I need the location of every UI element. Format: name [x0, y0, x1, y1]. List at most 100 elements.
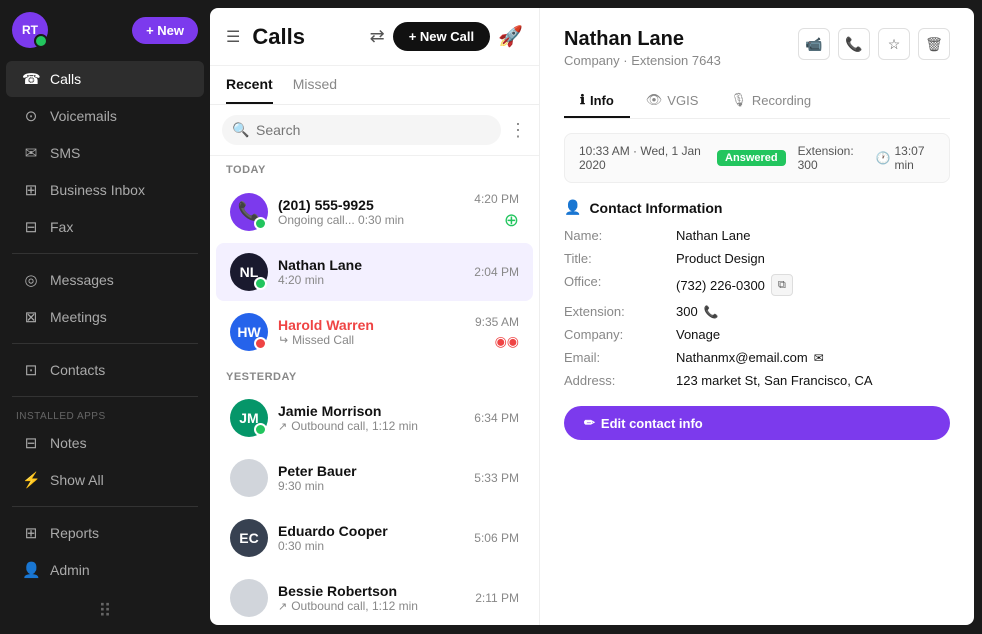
list-item[interactable]: JM Jamie Morrison ↗ Outbound call, 1:12 …: [216, 389, 533, 447]
clock-icon: 🕐: [876, 151, 891, 165]
call-sub: ↗ Outbound call, 1:12 min: [278, 419, 464, 433]
sidebar-item-show-all-label: Show All: [50, 472, 104, 488]
call-time: 9:35 AM: [475, 315, 519, 329]
star-button[interactable]: ☆: [878, 28, 910, 60]
sidebar-top: RT + New: [0, 12, 210, 60]
sidebar-item-sms[interactable]: ✉ SMS: [6, 135, 204, 171]
tab-recording[interactable]: 🎙 Recording: [714, 84, 827, 118]
tab-info[interactable]: ℹ Info: [564, 84, 630, 118]
list-item[interactable]: Bessie Robertson ↗ Outbound call, 1:12 m…: [216, 569, 533, 625]
contact-name: Nathan Lane: [564, 28, 721, 51]
menu-icon[interactable]: ☰: [226, 27, 240, 47]
call-button[interactable]: 📞: [838, 28, 870, 60]
dots-grid-icon[interactable]: ⠿: [98, 601, 111, 622]
call-time: 4:20 PM: [474, 192, 519, 206]
call-time: 2:04 PM: [474, 265, 519, 279]
call-name: Peter Bauer: [278, 463, 464, 479]
sidebar-item-voicemails-label: Voicemails: [50, 108, 117, 124]
sidebar-item-notes[interactable]: ⊟ Notes: [6, 425, 204, 461]
call-info: Peter Bauer 9:30 min: [278, 463, 464, 493]
new-call-button[interactable]: + New Call: [393, 22, 490, 51]
avatar: NL: [230, 253, 268, 291]
inbox-icon: ⊞: [22, 181, 40, 199]
call-info: Jamie Morrison ↗ Outbound call, 1:12 min: [278, 403, 464, 433]
recording-icon: 🎙: [730, 92, 747, 108]
sidebar-item-contacts-label: Contacts: [50, 362, 105, 378]
vgis-icon: 👁: [646, 92, 663, 108]
call-sub: Ongoing call... 0:30 min: [278, 213, 464, 227]
sidebar-item-calls[interactable]: ☎ Calls: [6, 61, 204, 97]
search-input[interactable]: [222, 115, 501, 145]
rocket-icon[interactable]: 🚀: [498, 24, 523, 49]
list-item[interactable]: Peter Bauer 9:30 min 5:33 PM: [216, 449, 533, 507]
detail-tabs: ℹ Info 👁 VGIS 🎙 Recording: [564, 84, 950, 119]
field-value-address: 123 market St, San Francisco, CA: [676, 373, 950, 388]
video-button[interactable]: 📹: [798, 28, 830, 60]
list-item[interactable]: NL Nathan Lane 4:20 min 2:04 PM: [216, 243, 533, 301]
contact-sub: Company · Extension 7643: [564, 53, 721, 68]
call-name: Eduardo Cooper: [278, 523, 464, 539]
call-info: Bessie Robertson ↗ Outbound call, 1:12 m…: [278, 583, 465, 613]
sidebar-item-contacts[interactable]: ⊡ Contacts: [6, 352, 204, 388]
search-wrap: 🔍: [222, 115, 501, 145]
sidebar-nav: ☎ Calls ⊙ Voicemails ✉ SMS ⊞ Business In…: [0, 60, 210, 589]
tab-missed[interactable]: Missed: [293, 76, 337, 104]
tab-recent[interactable]: Recent: [226, 76, 273, 104]
admin-icon: 👤: [22, 561, 40, 579]
sidebar-item-calls-label: Calls: [50, 71, 81, 87]
notes-icon: ⊟: [22, 434, 40, 452]
sidebar-item-messages[interactable]: ◎ Messages: [6, 262, 204, 298]
edit-icon: ✏: [584, 415, 595, 431]
list-item[interactable]: EC Eduardo Cooper 0:30 min 5:06 PM: [216, 509, 533, 567]
nav-divider-3: [12, 396, 198, 397]
sidebar-item-admin-label: Admin: [50, 562, 90, 578]
sidebar-item-voicemails[interactable]: ⊙ Voicemails: [6, 98, 204, 134]
sidebar-bottom: ⠿: [0, 589, 210, 634]
meetings-icon: ⊠: [22, 308, 40, 326]
contact-info-icon: 👤: [564, 199, 581, 216]
sidebar-item-show-all[interactable]: ⚡ Show All: [6, 462, 204, 498]
call-meta-time: 10:33 AM · Wed, 1 Jan 2020: [579, 144, 705, 172]
call-info: Harold Warren ↵ Missed Call: [278, 317, 465, 347]
call-info: (201) 555-9925 Ongoing call... 0:30 min: [278, 197, 464, 227]
delete-button[interactable]: 🗑: [918, 28, 950, 60]
call-name: Harold Warren: [278, 317, 465, 333]
tab-vgis[interactable]: 👁 VGIS: [630, 84, 715, 118]
field-label-address: Address:: [564, 373, 664, 388]
call-name: (201) 555-9925: [278, 197, 464, 213]
sidebar-item-meetings[interactable]: ⊠ Meetings: [6, 299, 204, 335]
avatar: [230, 459, 268, 497]
messages-icon: ◎: [22, 271, 40, 289]
call-time: 6:34 PM: [474, 411, 519, 425]
list-item[interactable]: HW Harold Warren ↵ Missed Call 9:35 AM ◉…: [216, 303, 533, 361]
sidebar-item-admin[interactable]: 👤 Admin: [6, 552, 204, 588]
field-value-name: Nathan Lane: [676, 228, 950, 243]
calls-list: TODAY 📞 (201) 555-9925 Ongoing call... 0…: [210, 156, 539, 625]
sidebar-item-business-inbox[interactable]: ⊞ Business Inbox: [6, 172, 204, 208]
sidebar-item-fax-label: Fax: [50, 219, 73, 235]
sidebar-item-sms-label: SMS: [50, 145, 80, 161]
sidebar-item-meetings-label: Meetings: [50, 309, 107, 325]
call-time: 2:11 PM: [475, 591, 519, 605]
transfer-icon[interactable]: ⇄: [370, 26, 385, 47]
field-value-email: Nathanmx@email.com ✉: [676, 350, 950, 365]
info-icon: ℹ: [580, 92, 585, 108]
sidebar-item-reports[interactable]: ⊞ Reports: [6, 515, 204, 551]
sidebar-item-fax[interactable]: ⊟ Fax: [6, 209, 204, 245]
call-sub: 4:20 min: [278, 273, 464, 287]
voicemail-icon: ◉◉: [495, 333, 519, 350]
field-value-office: (732) 226-0300 ⧉: [676, 274, 950, 296]
fax-icon: ⊟: [22, 218, 40, 236]
more-options-icon[interactable]: ⋮: [509, 120, 527, 141]
section-yesterday: YESTERDAY: [210, 363, 539, 387]
section-today: TODAY: [210, 156, 539, 180]
new-button[interactable]: + New: [132, 17, 198, 44]
call-sub: ↵ Missed Call: [278, 333, 465, 347]
field-label-name: Name:: [564, 228, 664, 243]
field-value-title: Product Design: [676, 251, 950, 266]
copy-phone-button[interactable]: ⧉: [771, 274, 793, 296]
edit-contact-button[interactable]: ✏ Edit contact info: [564, 406, 950, 440]
detail-actions: 📹 📞 ☆ 🗑: [798, 28, 950, 60]
call-time-col: 5:33 PM: [474, 471, 519, 485]
list-item[interactable]: 📞 (201) 555-9925 Ongoing call... 0:30 mi…: [216, 182, 533, 241]
